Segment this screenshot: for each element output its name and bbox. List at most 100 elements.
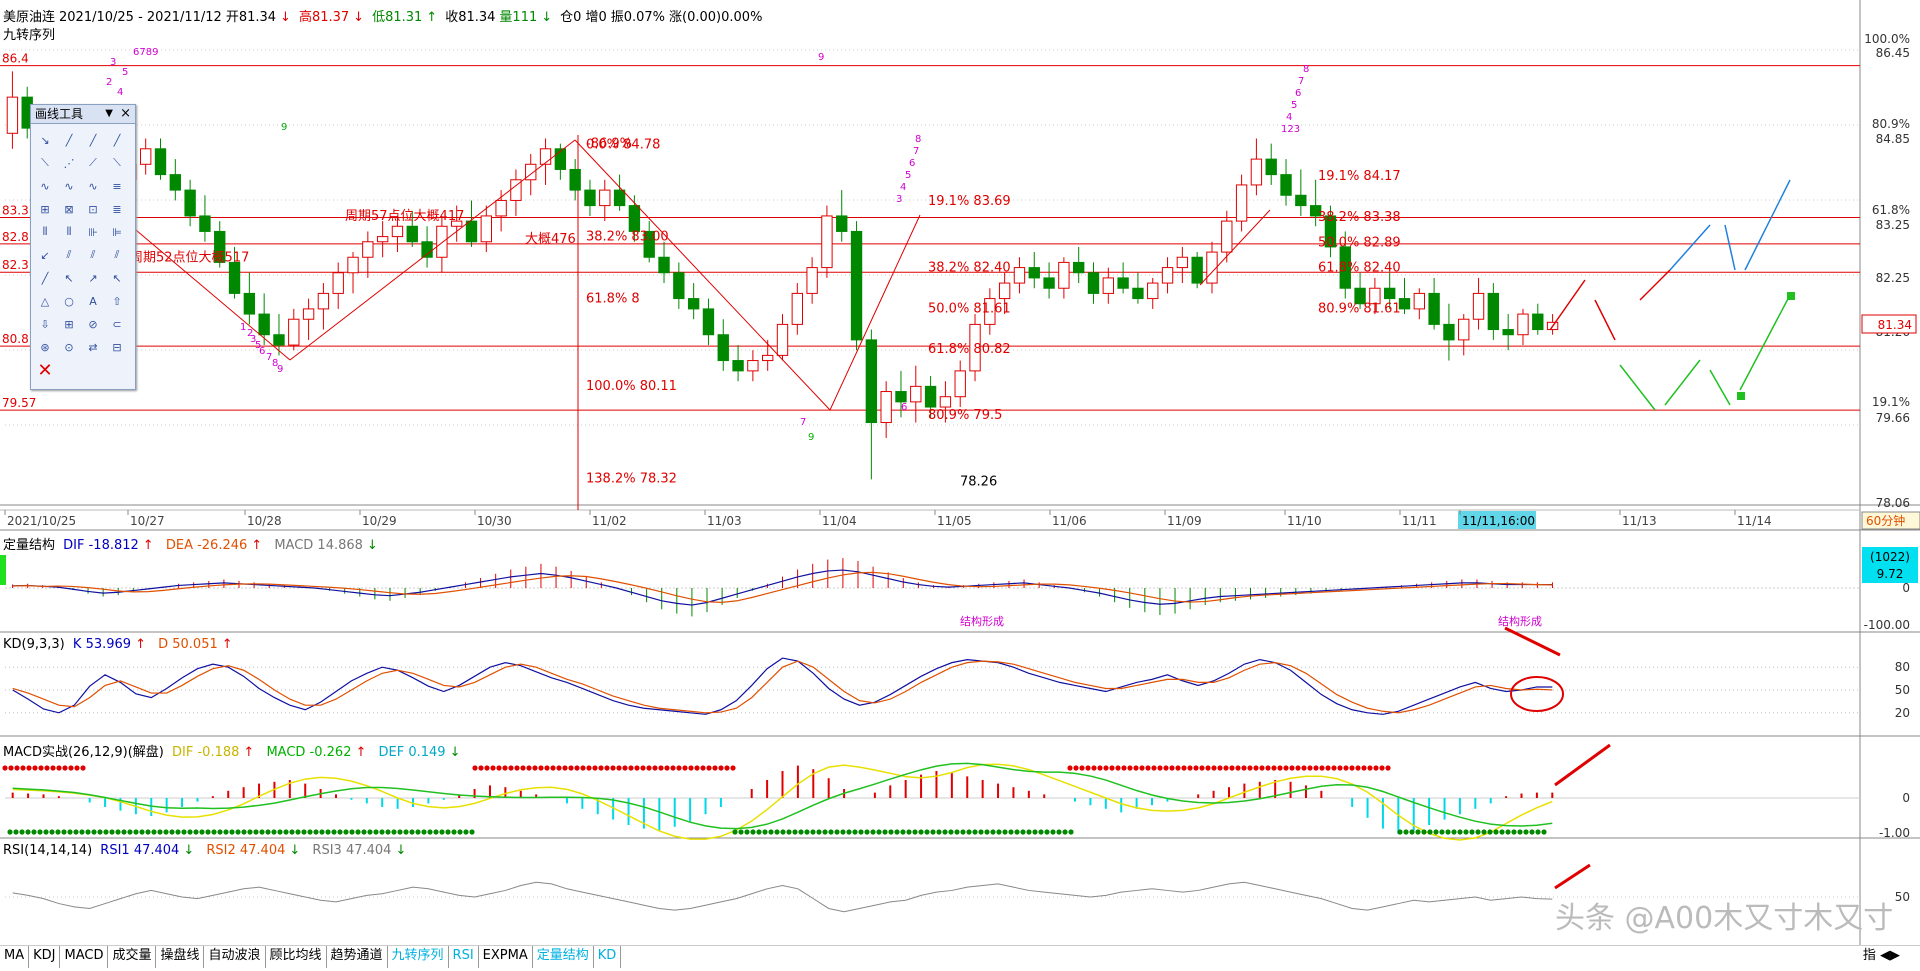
indicator-tab[interactable]: 操盘线 <box>156 946 205 968</box>
toolbox-dropdown-icon[interactable]: ▼ <box>105 105 113 123</box>
signal-bead <box>79 829 85 835</box>
draw-tool-icon[interactable]: ⊠ <box>59 199 79 219</box>
draw-tool-icon[interactable]: ⫽ <box>83 245 103 265</box>
signal-bead <box>163 829 169 835</box>
candle-body <box>1147 282 1159 300</box>
draw-tool-icon[interactable]: ↘ <box>35 130 55 150</box>
nine-turn-label: 9 <box>277 364 283 375</box>
draw-tool-icon[interactable]: ∿ <box>59 176 79 196</box>
draw-tool-icon[interactable]: ↗ <box>83 268 103 288</box>
draw-tool-icon[interactable]: ⟍ <box>35 153 55 173</box>
tab-right-controls[interactable]: 指 ◀▶ <box>1863 946 1900 966</box>
draw-tool-icon[interactable]: ⦀ <box>35 222 55 242</box>
signal-bead <box>307 829 313 835</box>
draw-tool-icon[interactable]: ≣ <box>107 199 127 219</box>
draw-tool-icon[interactable]: ∿ <box>83 176 103 196</box>
draw-tool-icon[interactable]: ⊟ <box>107 337 127 357</box>
signal-bead <box>169 829 175 835</box>
indicator-tab[interactable]: 自动波浪 <box>204 946 266 968</box>
indicator-tab[interactable]: EXPMA <box>479 946 533 968</box>
draw-tool-icon[interactable]: ⊞ <box>59 314 79 334</box>
chart-svg[interactable]: 86.4 83.3 82.8 82.3 80.8 79.57 周期57点位大概417 周期52… <box>0 0 1920 967</box>
signal-bead <box>520 765 526 771</box>
draw-tool-icon[interactable]: ∿ <box>35 176 55 196</box>
signal-bead <box>514 765 520 771</box>
draw-tool-icon[interactable]: ╱ <box>59 130 79 150</box>
indicator-tab[interactable]: 成交量 <box>108 946 157 968</box>
change-value: 涨(0.00)0.00% <box>669 10 763 25</box>
macd-combat-title: MACD实战(26,12,9)(解盘) <box>3 745 164 760</box>
signal-bead <box>804 829 810 835</box>
draw-tool-icon[interactable]: ⇄ <box>83 337 103 357</box>
signal-bead <box>1493 829 1499 835</box>
draw-tool-icon[interactable]: ⇩ <box>35 314 55 334</box>
indicator-tab[interactable]: MACD <box>60 946 109 968</box>
draw-tool-icon[interactable]: ⟋ <box>83 153 103 173</box>
indicator-tab[interactable]: 趋势通道 <box>327 946 388 968</box>
draw-tool-icon[interactable]: ⦀ <box>59 222 79 242</box>
toolbox-close-icon[interactable]: × <box>120 105 131 123</box>
draw-tool-icon[interactable]: ≡ <box>107 176 127 196</box>
draw-tool-icon[interactable]: ╱ <box>35 268 55 288</box>
indicator-tab[interactable]: 九转序列 <box>388 946 449 968</box>
signal-bead <box>151 829 157 835</box>
signal-bead <box>361 829 367 835</box>
draw-tool-icon[interactable]: ○ <box>59 291 79 311</box>
signal-bead <box>610 765 616 771</box>
toolbox-titlebar[interactable]: 画线工具 ▼ × <box>31 105 135 124</box>
draw-tool-icon[interactable]: ⟍ <box>107 153 127 173</box>
indicator-tab[interactable]: KDJ <box>29 946 61 968</box>
chart-canvas[interactable]: 86.4 83.3 82.8 82.3 80.8 79.57 周期57点位大概417 周期52… <box>0 0 1920 967</box>
signal-bead <box>319 829 325 835</box>
indicator-tab[interactable]: RSI <box>449 946 479 968</box>
drawing-toolbox[interactable]: 画线工具 ▼ × ↘ ╱ ╱ ╱ ⟍ ⋰ ⟋ ⟍ ∿ ∿ ∿ ≡ ⊞ ⊠ ⊡ ≣ ⦀ ⦀ ⊪ ⊫ ↙ ⫽ ⫽ ⫽ ╱ ↖ ↗ ↖ △ ○ A… <box>30 104 136 390</box>
signal-bead <box>1056 829 1062 835</box>
candle-body <box>1176 256 1189 269</box>
draw-tool-icon[interactable]: A <box>83 291 103 311</box>
draw-tool-icon[interactable]: ↖ <box>107 268 127 288</box>
draw-tool-icon[interactable]: ↙ <box>35 245 55 265</box>
draw-tool-icon[interactable]: ↖ <box>59 268 79 288</box>
signal-bead <box>271 829 277 835</box>
draw-tool-icon[interactable]: ⊪ <box>83 222 103 242</box>
signal-bead <box>936 829 942 835</box>
draw-tool-icon[interactable]: ╱ <box>83 130 103 150</box>
signal-bead <box>175 829 181 835</box>
candle-body <box>673 272 685 300</box>
draw-tool-icon[interactable]: ╱ <box>107 130 127 150</box>
draw-tool-icon[interactable]: △ <box>35 291 55 311</box>
draw-tool-icon[interactable]: ⊞ <box>35 199 55 219</box>
indicator-tab[interactable]: 定量结构 <box>533 946 594 968</box>
draw-tool-icon[interactable]: ⊡ <box>83 199 103 219</box>
signal-bead <box>1133 765 1139 771</box>
draw-tool-icon[interactable]: ⫽ <box>59 245 79 265</box>
signal-bead <box>193 829 199 835</box>
draw-tool-icon[interactable]: ⇧ <box>107 291 127 311</box>
draw-tool-icon[interactable]: ⊘ <box>83 314 103 334</box>
sr-level-label: 83.3 <box>2 203 29 217</box>
draw-tool-icon[interactable]: ⊛ <box>35 337 55 357</box>
nine-turn-label: 7 <box>1298 76 1304 87</box>
signal-bead <box>1002 829 1008 835</box>
indicator-tab[interactable]: KD <box>594 946 622 968</box>
signal-bead <box>972 829 978 835</box>
draw-tool-icon[interactable]: ⋰ <box>59 153 79 173</box>
signal-bead <box>1235 765 1241 771</box>
delete-tool-icon[interactable]: ✕ <box>35 360 55 381</box>
signal-bead <box>646 765 652 771</box>
candle-body <box>1191 256 1203 284</box>
rsi-panel-title: RSI(14,14,14) <box>3 843 93 858</box>
y-axis-tick: -100.00 <box>1864 618 1910 632</box>
candle-body <box>1161 267 1174 284</box>
candle-body <box>1043 277 1055 289</box>
signal-bead <box>1271 765 1277 771</box>
indicator-tab[interactable]: 顾比均线 <box>266 946 327 968</box>
draw-tool-icon[interactable]: ⊫ <box>107 222 127 242</box>
draw-tool-icon[interactable]: ⊙ <box>59 337 79 357</box>
candle-body <box>747 360 759 372</box>
indicator-tab[interactable]: MA <box>0 946 30 968</box>
draw-tool-icon[interactable]: ⫽ <box>107 245 127 265</box>
draw-tool-icon[interactable]: ⊂ <box>107 314 127 334</box>
close-value: 收81.34 <box>445 10 496 25</box>
k-label: K 53.969 ↑ <box>72 637 146 652</box>
